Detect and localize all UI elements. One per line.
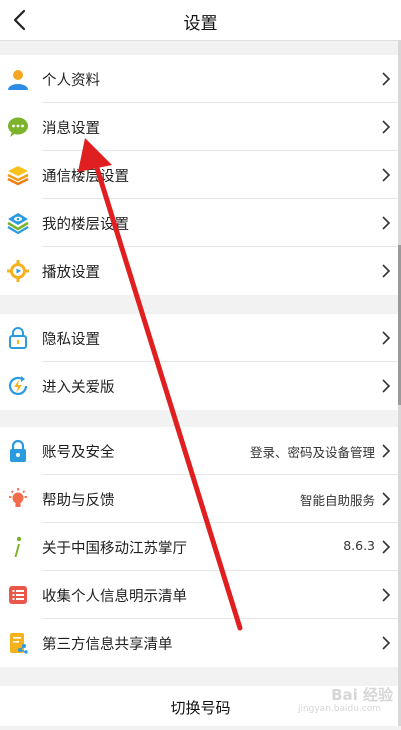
lock-icon <box>10 439 26 462</box>
chevron-right-icon <box>382 444 391 458</box>
settings-group-privacy: 隐私设置 进入关爱版 <box>0 314 401 410</box>
chevron-right-icon <box>382 216 391 230</box>
row-label: 个人资料 <box>42 73 100 89</box>
row-label: 账号及安全 <box>42 445 115 461</box>
lightning-refresh-icon <box>8 376 28 395</box>
row-label: 播放设置 <box>42 265 100 281</box>
row-third-party-sharing-list[interactable]: 第三方信息共享清单 <box>0 619 401 667</box>
row-collected-info-list[interactable]: 收集个人信息明示清单 <box>0 571 401 619</box>
row-value: 登录、密码及设备管理 <box>249 445 375 460</box>
chevron-right-icon <box>382 120 391 134</box>
row-account-security[interactable]: 账号及安全 登录、密码及设备管理 <box>0 427 401 475</box>
chat-bubble-icon <box>8 117 28 137</box>
layers-eye-icon <box>7 213 29 235</box>
person-icon <box>8 70 28 90</box>
chevron-right-icon <box>382 168 391 182</box>
nav-bar: 设置 <box>0 0 401 41</box>
stacked-layers-icon <box>7 166 29 186</box>
row-value: 智能自助服务 <box>299 493 375 508</box>
row-help-feedback[interactable]: 帮助与反馈 智能自助服务 <box>0 475 401 523</box>
gear-play-icon <box>7 260 29 282</box>
row-label: 帮助与反馈 <box>42 493 115 509</box>
info-icon <box>14 536 22 557</box>
row-label: 第三方信息共享清单 <box>42 637 173 653</box>
lightbulb-icon <box>9 488 27 507</box>
row-label: 关于中国移动江苏掌厅 <box>42 541 187 557</box>
row-value: 8.6.3 <box>343 538 375 553</box>
row-label: 消息设置 <box>42 121 100 137</box>
watermark-url: jingyan.baidu.com <box>297 704 381 714</box>
row-my-floor-settings[interactable]: 我的楼层设置 <box>0 199 401 247</box>
row-label: 收集个人信息明示清单 <box>42 589 187 605</box>
chevron-right-icon <box>382 72 391 86</box>
chevron-right-icon <box>382 492 391 506</box>
row-label: 进入关爱版 <box>42 380 115 396</box>
watermark-logo: Bai 经验 <box>331 686 393 704</box>
padlock-icon <box>9 327 27 349</box>
chevron-right-icon <box>382 636 391 650</box>
chevron-right-icon <box>382 588 391 602</box>
row-about[interactable]: 关于中国移动江苏掌厅 8.6.3 <box>0 523 401 571</box>
row-privacy-settings[interactable]: 隐私设置 <box>0 314 401 362</box>
row-playback-settings[interactable]: 播放设置 <box>0 247 401 295</box>
row-message-settings[interactable]: 消息设置 <box>0 103 401 151</box>
row-personal-info[interactable]: 个人资料 <box>0 55 401 103</box>
settings-group-profile: 个人资料 消息设置 通信楼层设置 我的楼层设置 播放设置 <box>0 55 401 295</box>
row-label: 我的楼层设置 <box>42 217 129 233</box>
chevron-right-icon <box>382 264 391 278</box>
settings-group-account: 账号及安全 登录、密码及设备管理 帮助与反馈 智能自助服务 关于中国移动江苏掌厅… <box>0 427 401 667</box>
row-label: 通信楼层设置 <box>42 169 129 185</box>
share-doc-icon <box>10 633 28 654</box>
page-title: 设置 <box>183 14 218 34</box>
chevron-right-icon <box>382 540 391 554</box>
list-icon <box>9 586 27 604</box>
chevron-right-icon <box>382 379 391 393</box>
row-care-mode[interactable]: 进入关爱版 <box>0 362 401 410</box>
row-floor-settings[interactable]: 通信楼层设置 <box>0 151 401 199</box>
chevron-right-icon <box>382 331 391 345</box>
row-label: 隐私设置 <box>42 332 100 348</box>
